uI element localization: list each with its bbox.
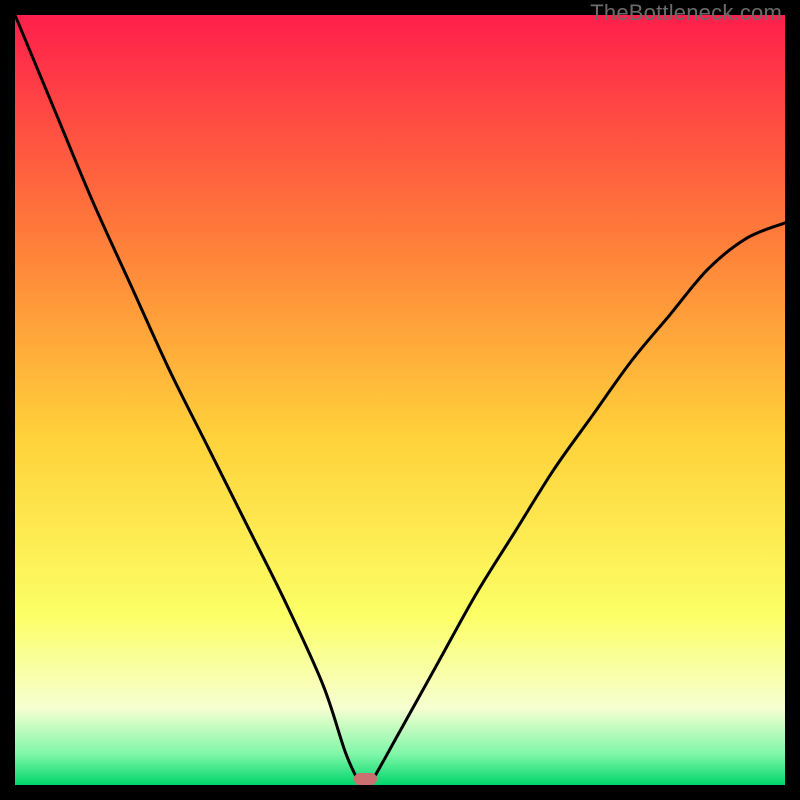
bottleneck-chart	[15, 15, 785, 785]
optimal-marker	[354, 773, 377, 785]
watermark-text: TheBottleneck.com	[590, 0, 782, 26]
gradient-background	[15, 15, 785, 785]
